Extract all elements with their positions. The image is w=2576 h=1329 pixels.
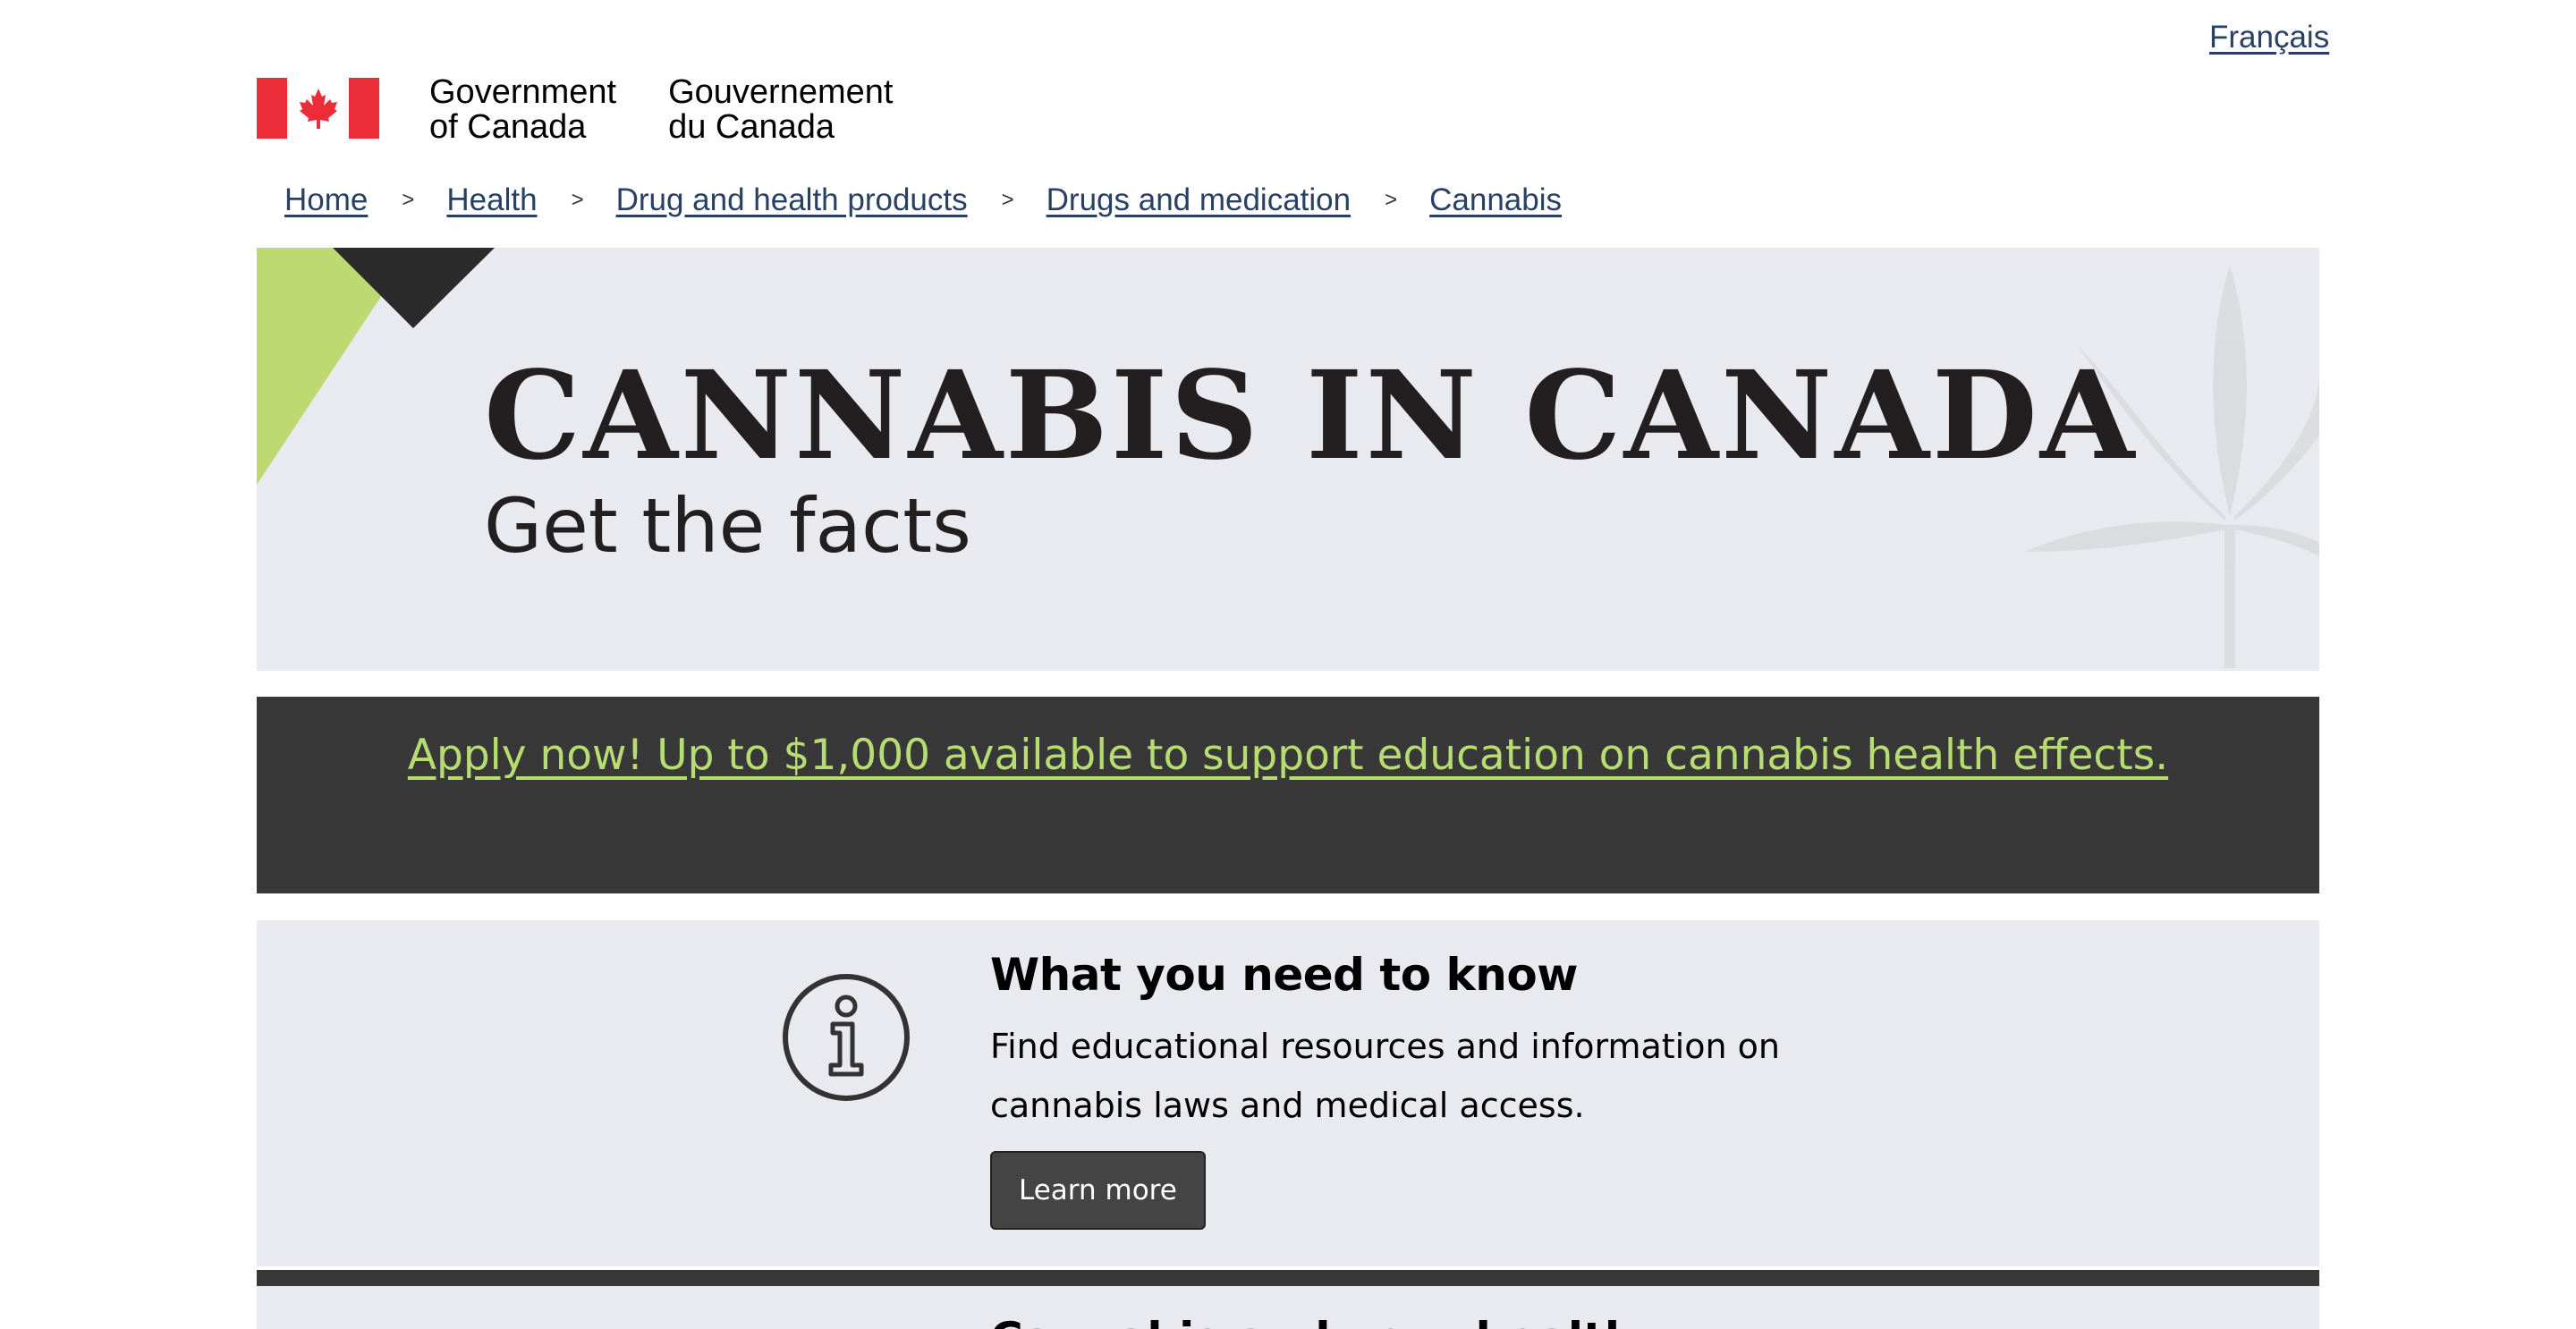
cannabis-health-card: Cannabis and your health [257, 1286, 2319, 1329]
breadcrumb-home[interactable]: Home [284, 182, 368, 218]
hero-subtitle: Get the facts [484, 482, 971, 570]
card-description: Find educational resources and informati… [990, 1027, 1780, 1125]
canada-flag-icon [257, 78, 379, 139]
maple-leaf-icon [299, 89, 337, 129]
breadcrumb-health[interactable]: Health [446, 182, 537, 218]
what-you-need-to-know-card: What you need to know Find educational r… [257, 920, 2319, 1266]
learn-more-button[interactable]: Learn more [990, 1151, 1206, 1230]
breadcrumb-separator: > [1385, 188, 1398, 212]
hero-banner: CANNABIS IN CANADA Get the facts [257, 248, 2319, 671]
card-body: What you need to know Find educational r… [990, 949, 1885, 1230]
promo-link[interactable]: Apply now! Up to $1,000 available to sup… [408, 731, 2168, 780]
info-icon [783, 974, 910, 1101]
breadcrumb-cannabis[interactable]: Cannabis [1429, 182, 1562, 218]
breadcrumb-separator: > [402, 188, 415, 212]
promo-banner: Apply now! Up to $1,000 available to sup… [257, 697, 2319, 893]
page: Français Government of Canada Gouverneme… [0, 0, 2576, 1329]
card-title: What you need to know [990, 949, 1578, 1001]
government-signature[interactable]: Government of Canada Gouvernement du Can… [257, 75, 893, 145]
signature-english: Government of Canada [429, 73, 617, 146]
breadcrumb-separator: > [571, 188, 584, 212]
language-toggle-link[interactable]: Français [2209, 20, 2329, 55]
breadcrumb-separator: > [1001, 188, 1014, 212]
breadcrumb-drugs-medication[interactable]: Drugs and medication [1046, 182, 1351, 218]
signature-french: Gouvernement du Canada [668, 73, 894, 146]
hero-title: CANNABIS IN CANADA [484, 344, 2138, 487]
card-title: Cannabis and your health [990, 1313, 1637, 1329]
breadcrumb-drug-health-products[interactable]: Drug and health products [616, 182, 968, 218]
section-divider [257, 1270, 2319, 1286]
corner-triangle-graphic [257, 248, 495, 485]
breadcrumb: Home > Health > Drug and health products… [284, 182, 1562, 218]
